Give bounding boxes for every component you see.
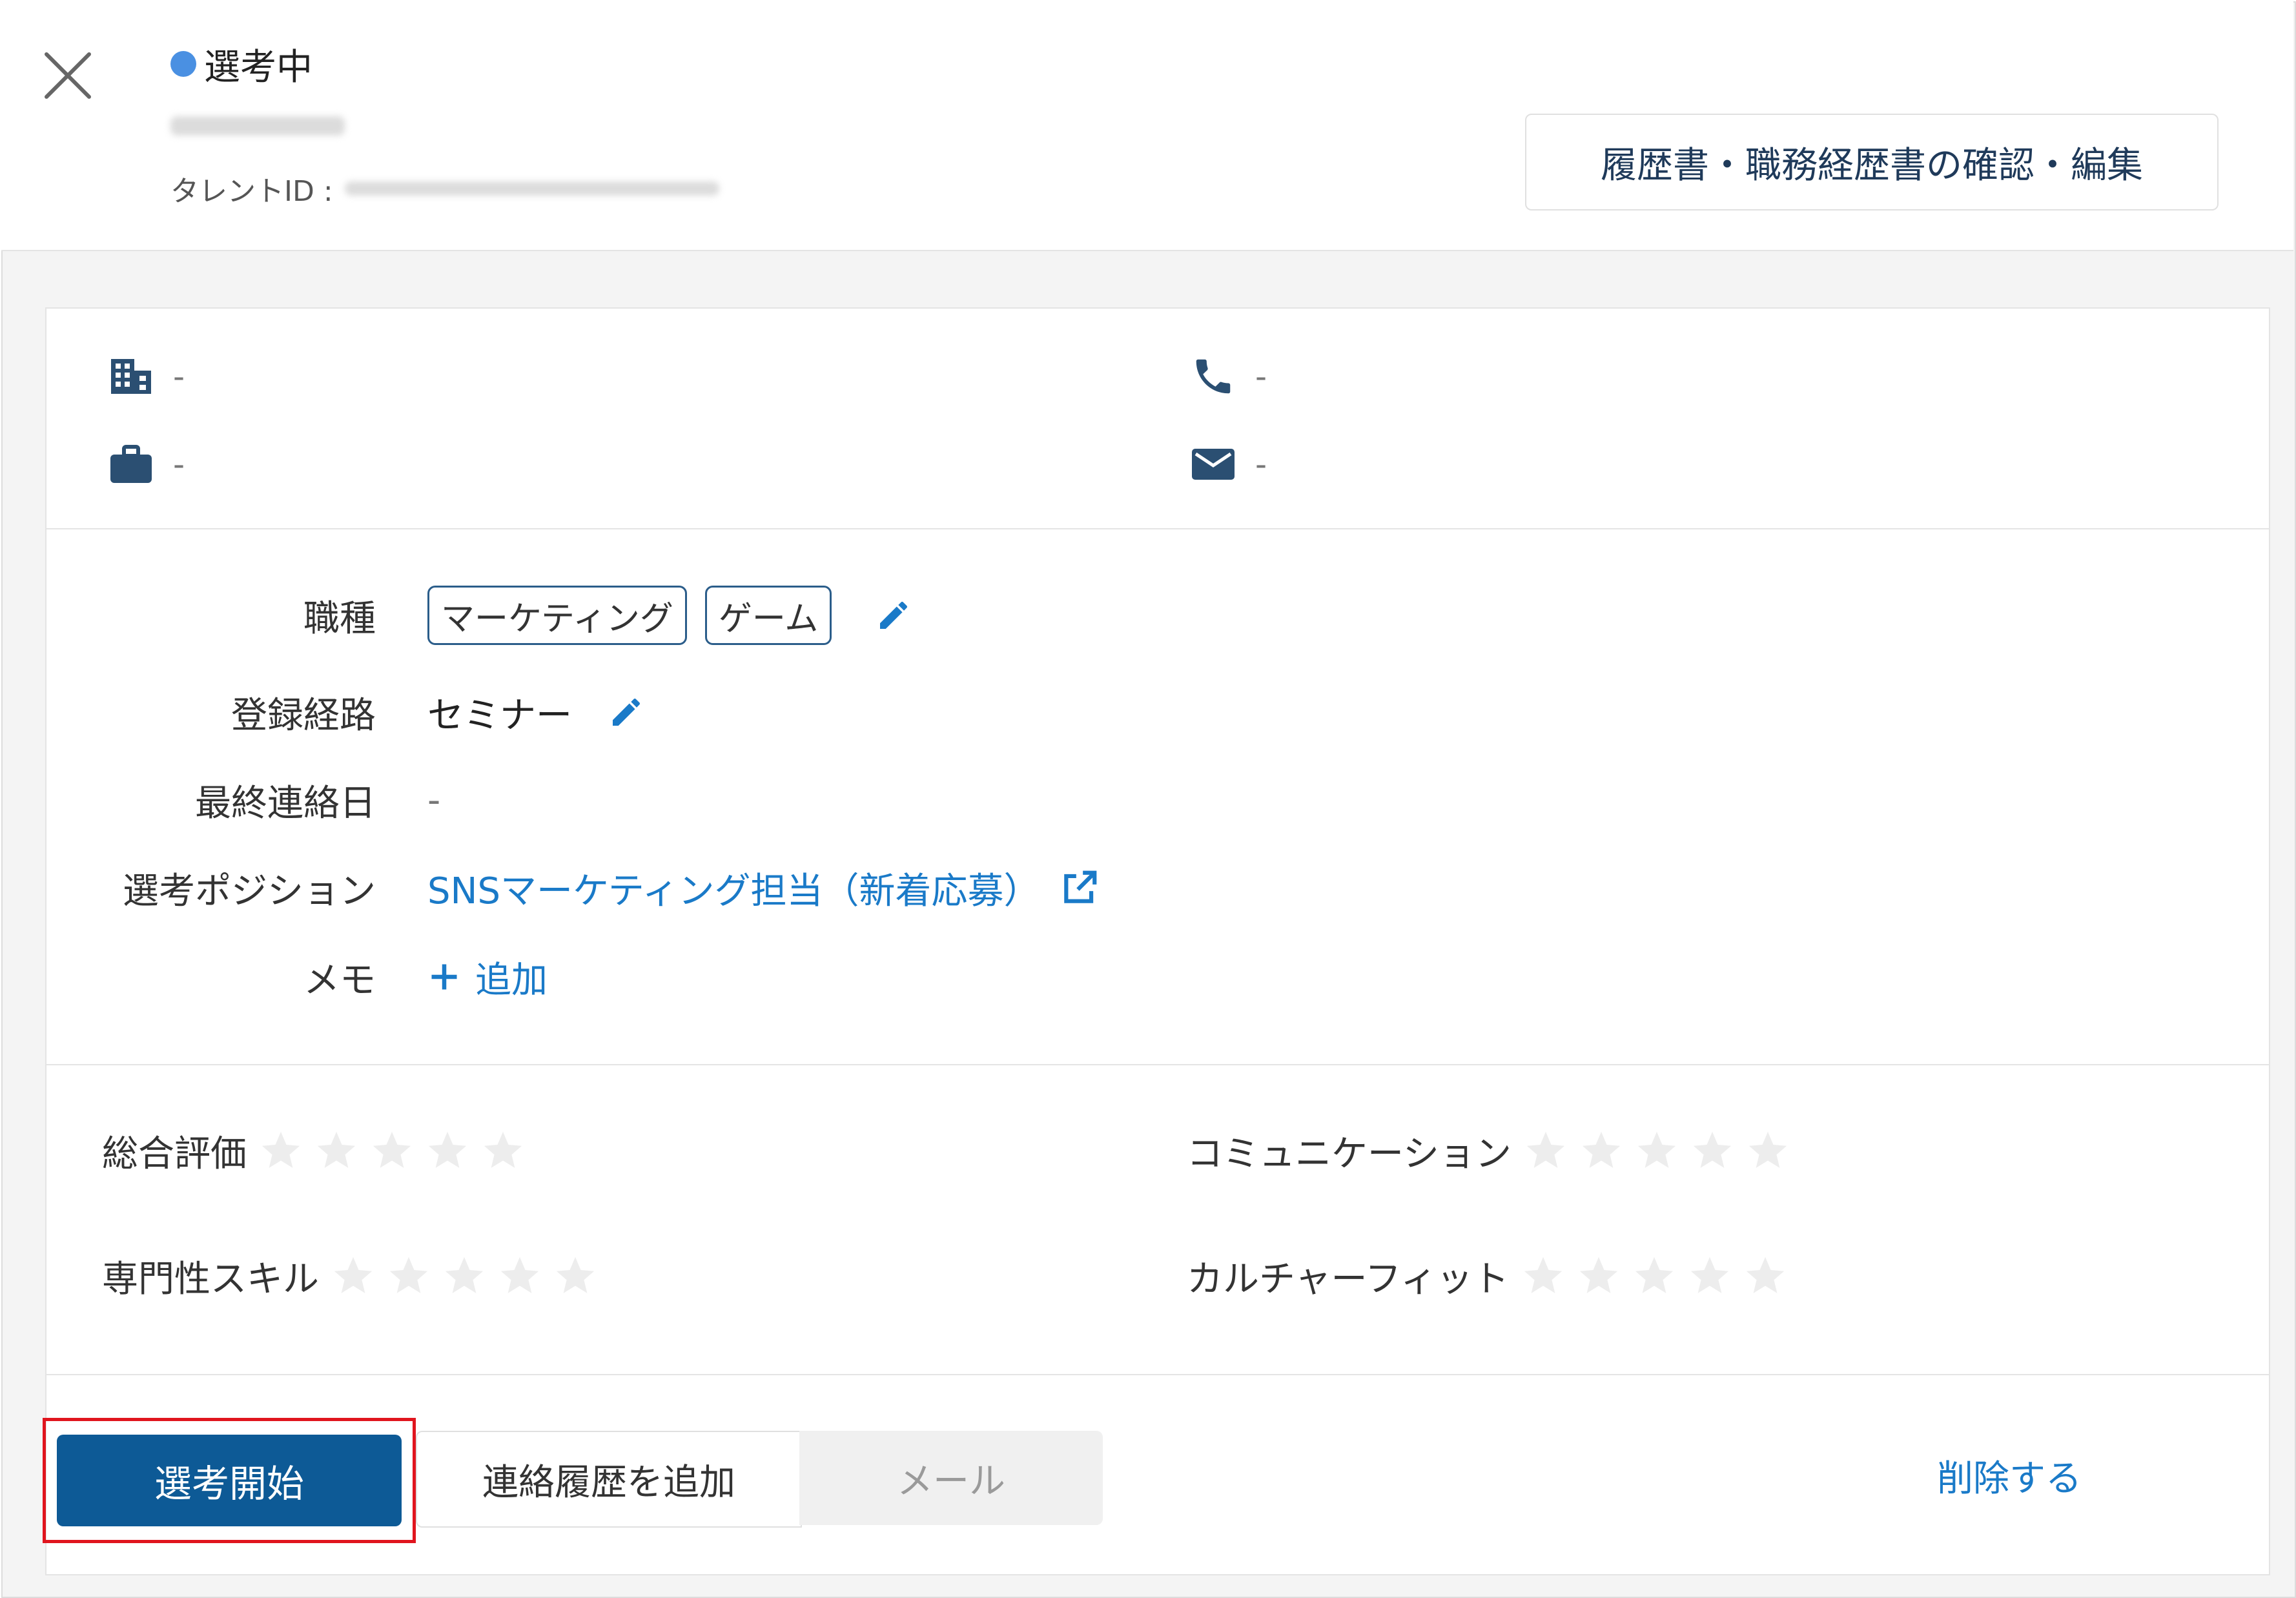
star-icon[interactable] bbox=[1626, 1248, 1682, 1304]
rating-expertise-label: 専門性スキル bbox=[102, 1258, 319, 1300]
star-icon[interactable] bbox=[1737, 1248, 1793, 1304]
star-icon[interactable] bbox=[1685, 1123, 1740, 1178]
email-value: - bbox=[1255, 446, 1267, 483]
star-icon[interactable] bbox=[548, 1248, 603, 1304]
close-button[interactable] bbox=[39, 46, 97, 105]
rating-culture-fit-label: カルチャーフィット bbox=[1187, 1258, 1509, 1300]
divider bbox=[46, 1064, 2269, 1065]
source-label: 登録経路 bbox=[231, 694, 376, 737]
status-label: 選考中 bbox=[204, 46, 313, 88]
job-title-value: - bbox=[173, 446, 185, 483]
rating-expertise: 専門性スキル bbox=[102, 1244, 603, 1308]
source-row: 登録経路 セミナー bbox=[46, 677, 644, 748]
star-icon[interactable] bbox=[1573, 1123, 1629, 1178]
star-rating[interactable] bbox=[325, 1248, 603, 1304]
company-value: - bbox=[173, 358, 185, 395]
mail-icon bbox=[1192, 449, 1235, 480]
star-icon[interactable] bbox=[492, 1248, 548, 1304]
star-icon[interactable] bbox=[1629, 1123, 1685, 1178]
memo-label: メモ bbox=[303, 959, 376, 1001]
external-link-icon[interactable] bbox=[1060, 868, 1100, 908]
briefcase-icon bbox=[110, 445, 152, 483]
source-value: セミナー bbox=[427, 694, 572, 737]
last-contact-label: 最終連絡日 bbox=[195, 782, 376, 825]
divider bbox=[46, 528, 2269, 529]
phone-value: - bbox=[1255, 358, 1267, 395]
talent-id-label: タレントID : bbox=[170, 175, 333, 208]
edit-source-icon[interactable] bbox=[608, 694, 644, 730]
selection-status: 選考中 bbox=[170, 41, 313, 88]
star-icon[interactable] bbox=[1518, 1123, 1573, 1178]
candidate-card: - - - - 職種 マーケティング ゲーム 登録経路 セミナー 最終連絡日 -… bbox=[45, 307, 2270, 1575]
star-icon[interactable] bbox=[309, 1123, 364, 1178]
rating-overall-label: 総合評価 bbox=[102, 1132, 247, 1175]
highlight-box bbox=[43, 1418, 416, 1543]
star-icon[interactable] bbox=[1515, 1248, 1571, 1304]
company-info: - bbox=[108, 354, 185, 399]
star-icon[interactable] bbox=[1740, 1123, 1796, 1178]
job-type-tag-marketing: マーケティング bbox=[427, 586, 687, 645]
star-icon[interactable] bbox=[475, 1123, 531, 1178]
position-row: 選考ポジション SNSマーケティング担当（新着応募） bbox=[46, 852, 1100, 923]
mail-button[interactable]: メール bbox=[799, 1431, 1103, 1525]
star-icon[interactable] bbox=[325, 1248, 381, 1304]
rating-overall: 総合評価 bbox=[102, 1118, 531, 1183]
job-title-info: - bbox=[108, 442, 185, 487]
rating-communication-label: コミュニケーション bbox=[1187, 1132, 1512, 1175]
last-contact-value: - bbox=[427, 779, 441, 821]
star-rating[interactable] bbox=[1515, 1248, 1793, 1304]
plus-icon bbox=[431, 964, 457, 990]
job-type-label: 職種 bbox=[303, 597, 376, 640]
candidate-name-redacted bbox=[170, 116, 345, 136]
rating-communication: コミュニケーション bbox=[1187, 1118, 1796, 1183]
star-icon[interactable] bbox=[253, 1123, 309, 1178]
resume-edit-button[interactable]: 履歴書・職務経歴書の確認・編集 bbox=[1525, 114, 2219, 210]
candidate-header: 選考中 タレントID : 履歴書・職務経歴書の確認・編集 bbox=[1, 1, 2293, 251]
position-label: 選考ポジション bbox=[123, 870, 376, 912]
talent-id: タレントID : bbox=[170, 170, 719, 208]
memo-add-label: 追加 bbox=[475, 959, 548, 1001]
job-type-tag-game: ゲーム bbox=[704, 586, 832, 645]
talent-id-redacted bbox=[344, 181, 719, 196]
star-icon[interactable] bbox=[420, 1123, 475, 1178]
email-info: - bbox=[1191, 442, 1267, 487]
memo-add-button[interactable]: 追加 bbox=[427, 951, 548, 1003]
position-link[interactable]: SNSマーケティング担当（新着応募） bbox=[427, 862, 1040, 914]
star-rating[interactable] bbox=[253, 1123, 531, 1178]
job-type-row: 職種 マーケティング ゲーム bbox=[46, 580, 912, 651]
add-contact-history-button[interactable]: 連絡履歴を追加 bbox=[416, 1431, 802, 1528]
delete-link[interactable]: 削除する bbox=[1937, 1446, 2082, 1504]
phone-info: - bbox=[1191, 354, 1267, 399]
star-icon[interactable] bbox=[1571, 1248, 1626, 1304]
last-contact-row: 最終連絡日 - bbox=[46, 764, 440, 835]
memo-row: メモ 追加 bbox=[46, 941, 548, 1012]
phone-icon bbox=[1196, 359, 1231, 394]
edit-job-type-icon[interactable] bbox=[876, 597, 912, 633]
status-dot bbox=[170, 51, 196, 77]
star-icon[interactable] bbox=[436, 1248, 492, 1304]
star-icon[interactable] bbox=[364, 1123, 420, 1178]
divider bbox=[46, 1374, 2269, 1375]
building-icon bbox=[111, 359, 151, 394]
star-icon[interactable] bbox=[1682, 1248, 1737, 1304]
star-rating[interactable] bbox=[1518, 1123, 1796, 1178]
rating-culture-fit: カルチャーフィット bbox=[1187, 1244, 1793, 1308]
star-icon[interactable] bbox=[381, 1248, 436, 1304]
close-icon bbox=[45, 52, 91, 99]
